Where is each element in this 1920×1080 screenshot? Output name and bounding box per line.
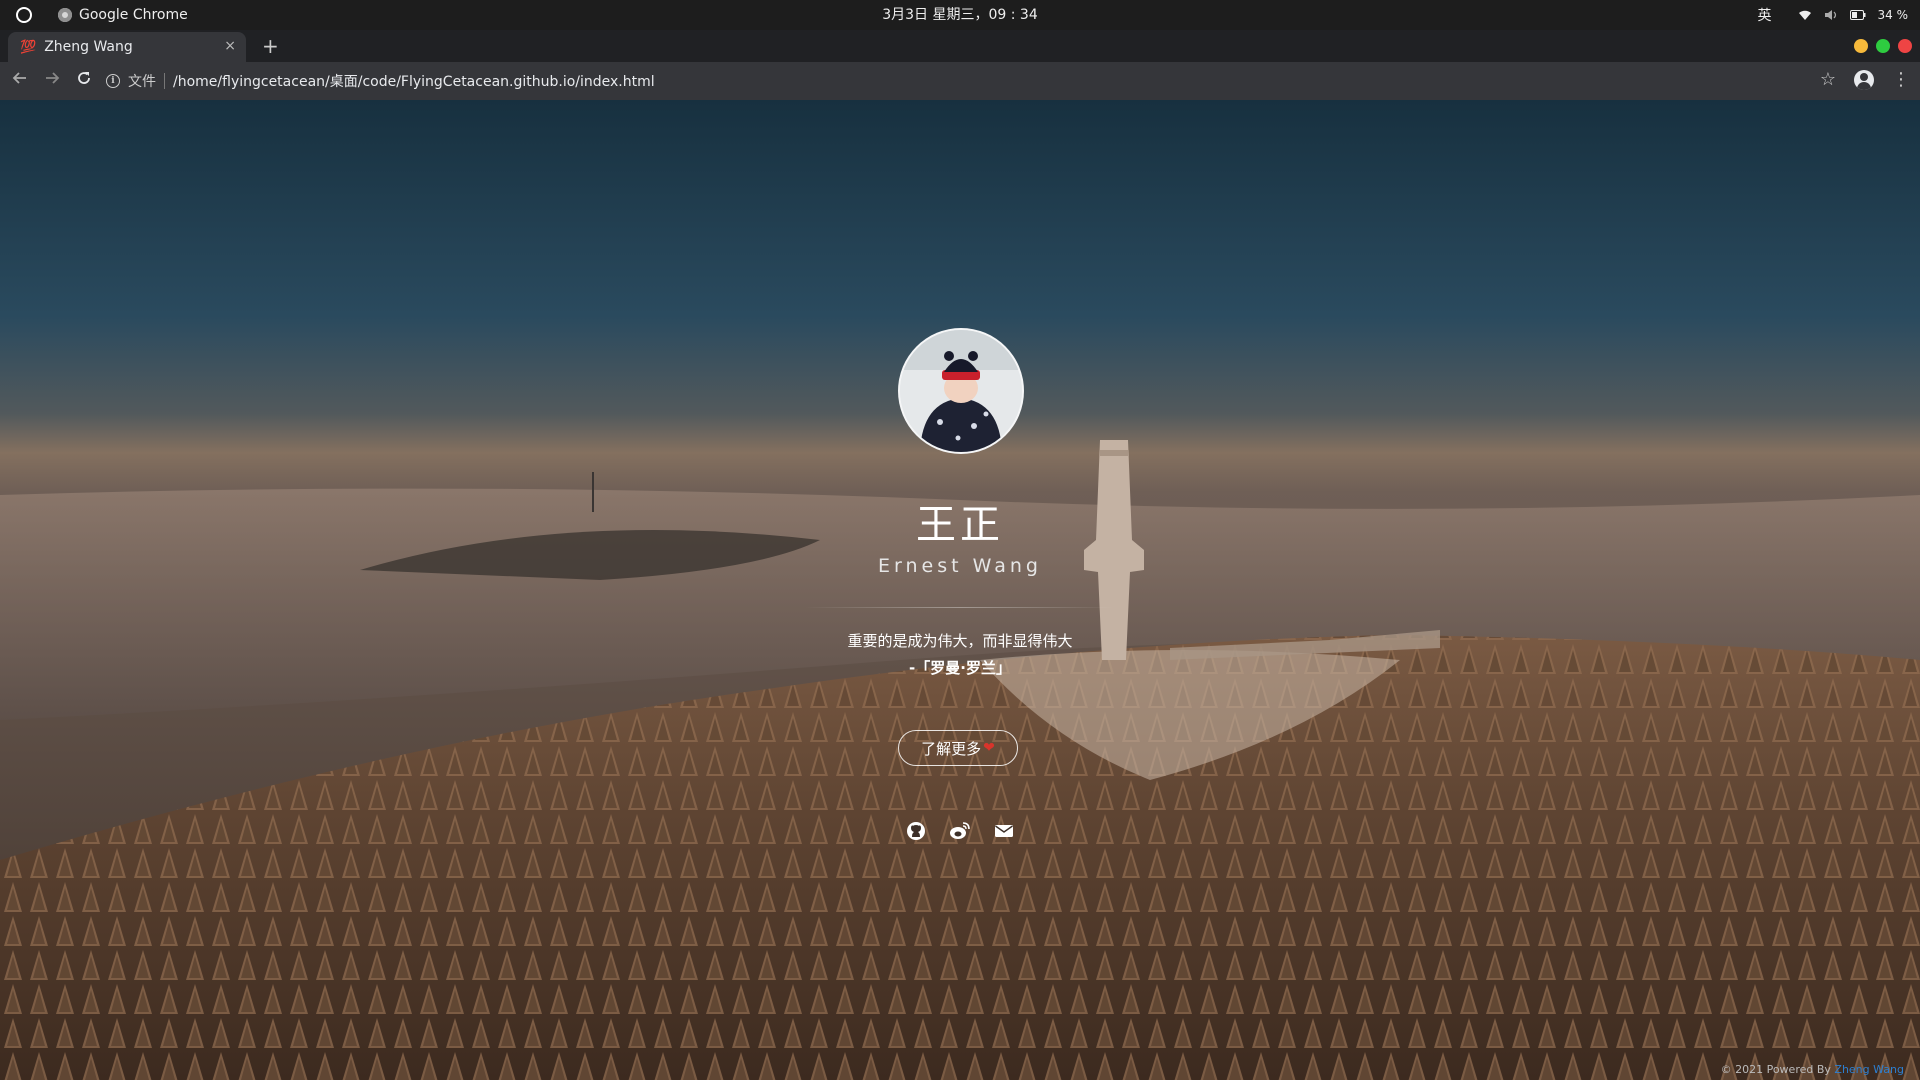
- chrome-menu-icon[interactable]: ⋮: [1892, 69, 1910, 90]
- github-icon[interactable]: [905, 820, 927, 842]
- input-method-indicator[interactable]: 英: [1758, 5, 1772, 25]
- footer-text: © 2021 Powered By: [1720, 1063, 1835, 1076]
- avatar[interactable]: [898, 328, 1024, 454]
- web-page: 王正 Ernest Wang 重要的是成为伟大，而非显得伟大 -「罗曼·罗兰」 …: [0, 100, 1920, 1080]
- avatar-photo: [900, 330, 1022, 452]
- address-bar[interactable]: i 文件 /home/flyingcetacean/桌面/code/Flying…: [106, 71, 655, 91]
- forward-button[interactable]: [40, 69, 64, 93]
- window-controls: [1854, 39, 1912, 53]
- bookmark-star-icon[interactable]: ☆: [1820, 69, 1836, 90]
- divider: [805, 607, 1115, 608]
- address-separator: [164, 73, 165, 89]
- activities-icon: [16, 7, 32, 23]
- forward-arrow-icon: [46, 72, 60, 84]
- system-top-bar: Google Chrome 3月3日 星期三，09 : 34 英 34 %: [0, 0, 1920, 30]
- quote-text: 重要的是成为伟大，而非显得伟大: [847, 632, 1073, 650]
- battery-percent: 34 %: [1877, 8, 1909, 22]
- heart-icon: ❤: [983, 740, 995, 756]
- back-arrow-icon: [12, 72, 26, 84]
- new-tab-button[interactable]: +: [262, 34, 279, 58]
- tab-strip: 💯 Zheng Wang × +: [0, 30, 1920, 62]
- app-name: Google Chrome: [79, 7, 188, 23]
- battery-icon: [1849, 10, 1865, 20]
- site-favicon-icon: 💯: [20, 39, 37, 55]
- tab-close-icon[interactable]: ×: [224, 38, 236, 54]
- reload-button[interactable]: [72, 69, 96, 93]
- file-scheme-label: 文件: [128, 74, 156, 90]
- learn-more-button[interactable]: 了解更多 ❤: [898, 730, 1018, 766]
- weibo-icon[interactable]: [949, 820, 971, 842]
- learn-more-label: 了解更多: [921, 739, 982, 758]
- app-menu[interactable]: Google Chrome: [58, 7, 188, 23]
- social-links: [0, 820, 1920, 842]
- page-footer: © 2021 Powered By Zheng Wang: [1721, 1063, 1904, 1076]
- maximize-button[interactable]: [1876, 39, 1890, 53]
- tab-title: Zheng Wang: [44, 39, 133, 55]
- quote-author: -「罗曼·罗兰」: [909, 659, 1011, 677]
- chrome-icon: [58, 8, 72, 22]
- tab-zheng-wang[interactable]: 💯 Zheng Wang ×: [8, 32, 246, 62]
- profile-name-english: Ernest Wang: [878, 555, 1042, 577]
- back-button[interactable]: [8, 69, 32, 93]
- volume-icon: [1824, 10, 1836, 20]
- reload-icon: [78, 72, 90, 84]
- minimize-button[interactable]: [1854, 39, 1868, 53]
- system-tray[interactable]: 英 34 %: [1758, 0, 1909, 30]
- close-window-button[interactable]: [1898, 39, 1912, 53]
- mail-icon[interactable]: [993, 820, 1015, 842]
- wifi-icon: [1798, 10, 1811, 20]
- profile-avatar-icon[interactable]: [1854, 69, 1874, 90]
- footer-author-link[interactable]: Zheng Wang: [1834, 1063, 1904, 1076]
- url-text[interactable]: /home/flyingcetacean/桌面/code/FlyingCetac…: [173, 71, 655, 91]
- site-info-icon[interactable]: i: [106, 74, 120, 88]
- clock[interactable]: 3月3日 星期三，09 : 34: [0, 0, 1920, 30]
- profile-name-chinese: 王正: [916, 502, 1004, 548]
- activities-button[interactable]: [0, 0, 48, 30]
- browser-toolbar: i 文件 /home/flyingcetacean/桌面/code/Flying…: [0, 62, 1920, 100]
